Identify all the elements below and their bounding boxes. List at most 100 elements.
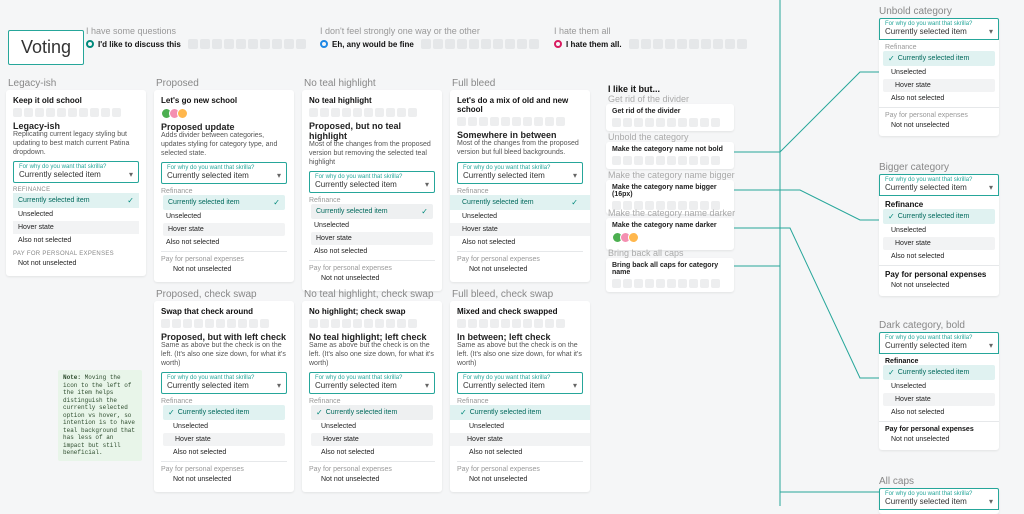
right-card-bigger[interactable]: For why do you want that skrilla? Curren… [879, 174, 999, 296]
option-selected[interactable]: Currently selected item [462, 199, 534, 206]
chevron-down-icon [573, 381, 577, 390]
option[interactable]: Unselected [18, 211, 53, 218]
vote-slots[interactable] [612, 279, 728, 288]
option[interactable]: Also not selected [469, 449, 522, 456]
option[interactable]: Also not selected [18, 237, 71, 244]
vote-slots[interactable] [457, 117, 583, 126]
vote-slots[interactable] [309, 319, 435, 328]
option[interactable]: Unselected [462, 213, 497, 220]
vote-slots[interactable] [612, 156, 728, 165]
option[interactable]: Unselected [891, 69, 926, 76]
option-hover[interactable]: Hover state [18, 224, 54, 231]
dropdown-field[interactable]: For why do you want that skrilla? Curren… [457, 372, 583, 394]
dropdown-field[interactable]: For why do you want that skrilla? Curren… [309, 372, 435, 394]
option[interactable]: Not not unselected [18, 260, 76, 267]
option[interactable]: Unselected [891, 383, 926, 390]
option-hover[interactable]: Hover state [895, 396, 931, 403]
divider [457, 461, 583, 462]
dropdown-label: For why do you want that skrilla? [458, 163, 582, 171]
spectrum-title: I hate them all [554, 26, 747, 36]
option[interactable]: Unselected [173, 423, 208, 430]
option-selected[interactable]: Currently selected item [168, 199, 240, 206]
vote-slots[interactable] [612, 118, 728, 127]
option[interactable]: Also not selected [891, 409, 944, 416]
mini-card-allcaps[interactable]: Bring back all caps for category name [606, 258, 734, 292]
dropdown-field[interactable]: For why do you want that skrilla? Curren… [309, 171, 435, 193]
card-proposed[interactable]: Let's go new school Proposed update Adds… [154, 90, 294, 282]
card-fullbleed-swap[interactable]: Mixed and check swapped In between; left… [450, 301, 590, 492]
option[interactable]: Also not selected [891, 95, 944, 102]
option-hover[interactable]: Hover state [168, 226, 204, 233]
option-selected[interactable]: Currently selected item [898, 369, 970, 376]
dropdown-field[interactable]: For why do you want that skrilla? Curren… [879, 332, 999, 354]
option[interactable]: Also not selected [462, 239, 515, 246]
option-selected[interactable]: Currently selected item [898, 55, 970, 62]
dropdown-field[interactable]: For why do you want that skrilla? Curren… [879, 18, 999, 40]
option-hover[interactable]: Hover state [323, 436, 359, 443]
dropdown-field[interactable]: For why do you want that skrilla? Curren… [13, 161, 139, 183]
card-proposed-swap[interactable]: Swap that check around Proposed, but wit… [154, 301, 294, 492]
check-icon [168, 408, 175, 417]
option[interactable]: Not not unselected [891, 282, 949, 289]
option[interactable]: Unselected [891, 227, 926, 234]
vote-slots[interactable] [309, 108, 435, 117]
dropdown-field[interactable]: For why do you want that skrilla? Curren… [457, 162, 583, 184]
mini-title: Get rid of the divider [612, 108, 728, 115]
col-head-fullbleed-swap: Full bleed, check swap [452, 289, 553, 300]
option-selected[interactable]: Currently selected item [326, 409, 398, 416]
vote-slots[interactable] [457, 319, 583, 328]
option[interactable]: Unselected [469, 423, 504, 430]
mini-card-unbold[interactable]: Make the category name not bold [606, 142, 734, 169]
option-selected[interactable]: Currently selected item [178, 409, 250, 416]
dropdown-label: For why do you want that skrilla? [14, 162, 138, 170]
option[interactable]: Unselected [321, 423, 356, 430]
card-legacy[interactable]: Keep it old school Legacy-ish Replicatin… [6, 90, 146, 276]
right-card-dark[interactable]: For why do you want that skrilla? Curren… [879, 332, 999, 450]
right-head-unbold: Unbold category [879, 6, 952, 17]
check-icon [888, 54, 895, 63]
mini-card-darker[interactable]: Make the category name darker [606, 218, 734, 250]
option-selected[interactable]: Currently selected item [898, 213, 970, 220]
dropdown-value: Currently selected item [19, 170, 101, 179]
option[interactable]: Not not unselected [891, 436, 949, 443]
option-selected[interactable]: Currently selected item [18, 197, 90, 204]
option-hover[interactable]: Hover state [316, 235, 352, 242]
option[interactable]: Also not selected [173, 449, 226, 456]
dropdown-field[interactable]: For why do you want that skrilla? Curren… [161, 162, 287, 184]
vote-slots[interactable] [421, 39, 539, 49]
option-hover[interactable]: Hover state [895, 240, 931, 247]
dropdown-field[interactable]: For why do you want that skrilla? Curren… [879, 488, 999, 510]
option[interactable]: Not not unselected [891, 122, 949, 129]
option[interactable]: Not not unselected [173, 476, 231, 483]
option[interactable]: Not not unselected [321, 476, 379, 483]
option-hover[interactable]: Hover state [462, 226, 498, 233]
dropdown-field[interactable]: For why do you want that skrilla? Curren… [879, 174, 999, 196]
vote-slots[interactable] [188, 39, 306, 49]
option[interactable]: Also not selected [166, 239, 219, 246]
option-hover[interactable]: Hover state [175, 436, 211, 443]
vote-slots[interactable] [629, 39, 747, 49]
vote-slots[interactable] [161, 319, 287, 328]
option[interactable]: Unselected [166, 213, 201, 220]
option[interactable]: Not not unselected [469, 476, 527, 483]
card-noteal[interactable]: No teal highlight Proposed, but no teal … [302, 90, 442, 291]
card-noteal-swap[interactable]: No highlight; check swap No teal highlig… [302, 301, 442, 492]
mini-card-divider[interactable]: Get rid of the divider [606, 104, 734, 131]
right-card-allcaps[interactable]: For why do you want that skrilla? Curren… [879, 488, 999, 514]
option-selected[interactable]: Currently selected item [316, 208, 388, 215]
option[interactable]: Not not unselected [469, 266, 527, 273]
option[interactable]: Also not selected [891, 253, 944, 260]
option[interactable]: Not not unselected [321, 275, 379, 282]
option[interactable]: Also not selected [321, 449, 374, 456]
option[interactable]: Unselected [314, 222, 349, 229]
option-hover[interactable]: Hover state [467, 436, 503, 443]
card-fullbleed[interactable]: Let's do a mix of old and new school Som… [450, 90, 590, 282]
option[interactable]: Also not selected [314, 248, 367, 255]
vote-slots[interactable] [13, 108, 139, 117]
option-hover[interactable]: Hover state [895, 82, 931, 89]
dropdown-field[interactable]: For why do you want that skrilla? Curren… [161, 372, 287, 394]
option-selected[interactable]: Currently selected item [470, 409, 542, 416]
option[interactable]: Not not unselected [173, 266, 231, 273]
spectrum-label: I'd like to discuss this [98, 40, 181, 49]
right-card-unbold[interactable]: For why do you want that skrilla? Curren… [879, 18, 999, 136]
